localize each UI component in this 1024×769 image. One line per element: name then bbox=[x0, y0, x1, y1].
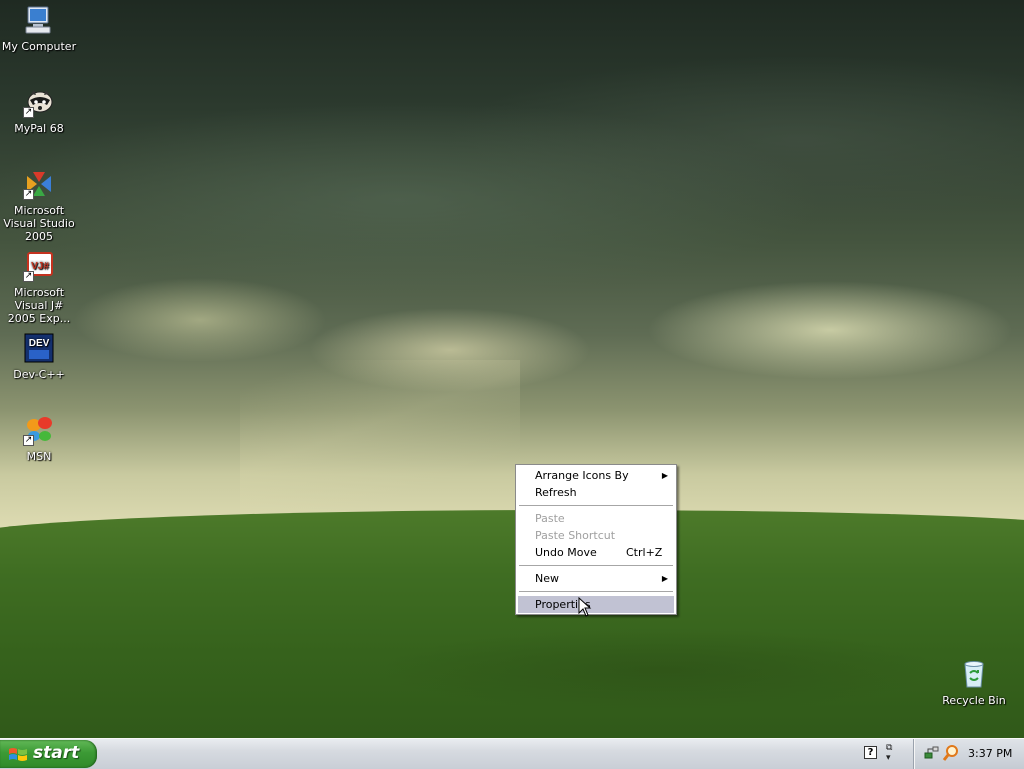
menu-item-undo-move[interactable]: Undo Move Ctrl+Z bbox=[518, 544, 674, 561]
menu-separator bbox=[519, 505, 673, 506]
wallpaper-hills bbox=[0, 510, 1024, 738]
start-button[interactable]: start bbox=[0, 740, 97, 768]
recycle-bin-icon bbox=[958, 658, 990, 690]
start-label: start bbox=[33, 743, 80, 763]
submenu-arrow-icon: ▶ bbox=[661, 471, 668, 480]
menu-separator bbox=[519, 565, 673, 566]
msn-butterfly-icon: ↗ bbox=[23, 414, 55, 446]
visual-studio-icon: ↗ bbox=[23, 168, 55, 200]
menu-item-new[interactable]: New ▶ bbox=[518, 570, 674, 587]
menu-item-shortcut: Ctrl+Z bbox=[626, 546, 663, 559]
menu-separator bbox=[519, 591, 673, 592]
clock[interactable]: 3:37 PM bbox=[968, 747, 1012, 760]
desktop-icon-label: MSN bbox=[26, 450, 52, 463]
shortcut-arrow-icon: ↗ bbox=[23, 189, 34, 200]
shortcut-arrow-icon: ↗ bbox=[23, 435, 34, 446]
dev-cpp-icon: DEV bbox=[23, 332, 55, 364]
mypal-raccoon-icon: ↗ bbox=[23, 86, 55, 118]
windows-flag-icon bbox=[9, 748, 27, 761]
submenu-arrow-icon: ▶ bbox=[661, 574, 668, 583]
menu-item-label: Arrange Icons By bbox=[535, 469, 629, 482]
desktop-icon-msn[interactable]: ↗ MSN bbox=[0, 414, 78, 463]
menu-item-properties[interactable]: Properties bbox=[518, 596, 674, 613]
shortcut-arrow-icon: ↗ bbox=[23, 107, 34, 118]
language-bar-restore-icon[interactable]: ⧉ ▾ bbox=[886, 743, 892, 763]
help-icon[interactable]: ? bbox=[864, 746, 877, 759]
menu-item-paste-shortcut: Paste Shortcut bbox=[518, 527, 674, 544]
desktop-icon-my-computer[interactable]: My Computer bbox=[0, 4, 78, 53]
desktop-icon-label: Microsoft Visual J# 2005 Exp... bbox=[7, 286, 71, 325]
desktop-icon-dev-cpp[interactable]: DEV Dev-C++ bbox=[0, 332, 78, 381]
desktop-icon-label: Microsoft Visual Studio 2005 bbox=[3, 204, 75, 243]
my-computer-icon bbox=[23, 4, 55, 36]
desktop-icon-mypal[interactable]: ↗ MyPal 68 bbox=[0, 86, 78, 135]
desktop-wallpaper bbox=[0, 0, 1024, 738]
menu-item-label: Refresh bbox=[535, 486, 577, 499]
network-tray-icon[interactable] bbox=[924, 745, 940, 761]
menu-item-label: Undo Move bbox=[535, 546, 597, 559]
quick-tray-area: ? ⧉ ▾ bbox=[860, 743, 900, 765]
menu-item-refresh[interactable]: Refresh bbox=[518, 484, 674, 501]
menu-item-label: New bbox=[535, 572, 559, 585]
desktop-icon-label: Recycle Bin bbox=[942, 694, 1006, 707]
visual-jsharp-icon: VJ# ↗ bbox=[23, 250, 55, 282]
menu-item-label: Paste bbox=[535, 512, 565, 525]
desktop-icon-label: My Computer bbox=[1, 40, 77, 53]
taskbar: start ? ⧉ ▾ 3:37 PM bbox=[0, 738, 1024, 769]
desktop-icon-label: Dev-C++ bbox=[13, 368, 65, 381]
desktop-context-menu: Arrange Icons By ▶ Refresh Paste Paste S… bbox=[515, 464, 677, 615]
menu-item-arrange-icons-by[interactable]: Arrange Icons By ▶ bbox=[518, 467, 674, 484]
system-tray: 3:37 PM bbox=[913, 739, 1024, 769]
desktop-icon-visual-studio-2005[interactable]: ↗ Microsoft Visual Studio 2005 bbox=[0, 168, 78, 243]
desktop-icon-label: MyPal 68 bbox=[14, 122, 64, 135]
mouse-cursor-icon bbox=[578, 597, 592, 617]
menu-item-label: Paste Shortcut bbox=[535, 529, 616, 542]
menu-item-paste: Paste bbox=[518, 510, 674, 527]
search-magnifier-tray-icon[interactable] bbox=[942, 744, 960, 762]
desktop-icon-recycle-bin[interactable]: Recycle Bin bbox=[935, 658, 1013, 707]
shortcut-arrow-icon: ↗ bbox=[23, 271, 34, 282]
desktop-icon-visual-jsharp-2005[interactable]: VJ# ↗ Microsoft Visual J# 2005 Exp... bbox=[0, 250, 78, 325]
svg-text:DEV: DEV bbox=[29, 338, 50, 349]
